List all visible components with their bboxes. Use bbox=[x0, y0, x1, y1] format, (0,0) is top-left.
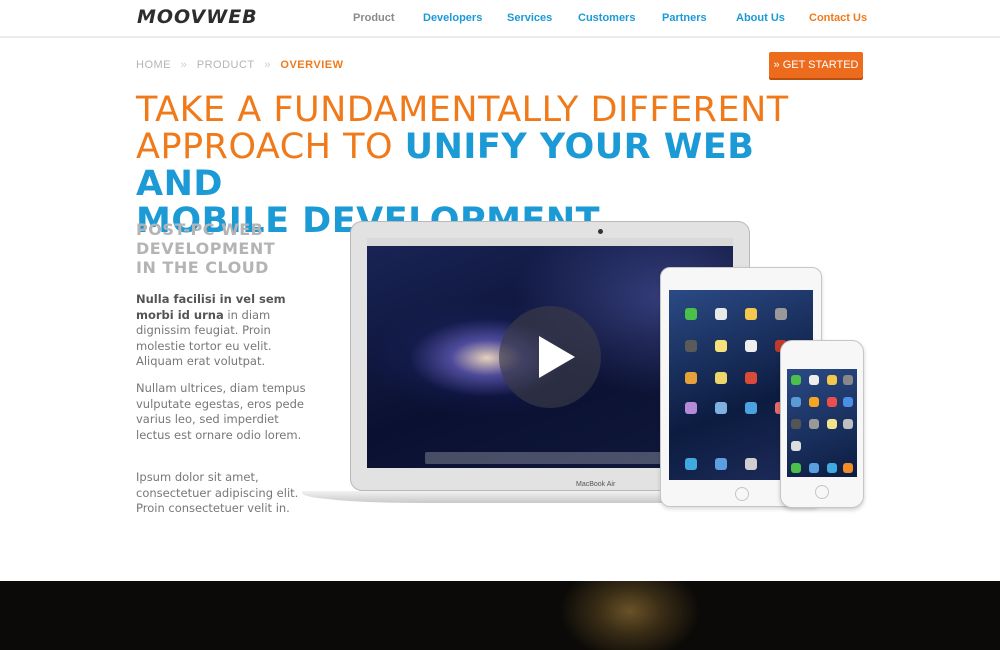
mail-app-icon bbox=[715, 458, 727, 470]
photos-app-icon bbox=[827, 375, 837, 385]
laptop-label: MacBook Air bbox=[576, 481, 616, 488]
nav-contact-us[interactable]: Contact Us bbox=[809, 12, 867, 24]
laptop-camera bbox=[598, 229, 603, 234]
camera-app-icon bbox=[775, 308, 787, 320]
breadcrumb-home[interactable]: HOME bbox=[136, 59, 171, 71]
maps-app-icon bbox=[809, 397, 819, 407]
camera-app-icon bbox=[843, 375, 853, 385]
youtube-app-icon bbox=[827, 397, 837, 407]
safari-app-icon bbox=[827, 463, 837, 473]
phone-app-icon bbox=[791, 463, 801, 473]
gamecenter-app-icon bbox=[745, 402, 757, 414]
breadcrumb-current: OVERVIEW bbox=[280, 59, 344, 71]
headline-line1: TAKE A FUNDAMENTALLY DIFFERENT bbox=[136, 90, 789, 130]
contacts-app-icon bbox=[685, 340, 697, 352]
nav-services[interactable]: Services bbox=[507, 12, 552, 24]
nav-partners[interactable]: Partners bbox=[662, 12, 707, 24]
site-header: MOOVWEB Product Developers Services Cust… bbox=[0, 0, 1000, 38]
clock-app-icon bbox=[791, 419, 801, 429]
subheading: POST-PC WEB DEVELOPMENT IN THE CLOUD bbox=[136, 220, 306, 277]
nav-product[interactable]: Product bbox=[353, 12, 395, 24]
notes-app-icon bbox=[715, 340, 727, 352]
settings-app-icon bbox=[843, 419, 853, 429]
phone-home-button bbox=[815, 485, 829, 499]
appstore-app-icon bbox=[715, 402, 727, 414]
notes2-app-icon bbox=[715, 372, 727, 384]
headline-line2-orange: APPROACH TO bbox=[136, 127, 405, 167]
calendar-app-icon bbox=[809, 375, 819, 385]
music-app-icon bbox=[843, 463, 853, 473]
moovweb-logo[interactable]: MOOVWEB bbox=[137, 6, 258, 28]
photos-app-icon bbox=[745, 308, 757, 320]
nav-customers[interactable]: Customers bbox=[578, 12, 635, 24]
notes-app-icon bbox=[827, 419, 837, 429]
newsstand-app-icon bbox=[685, 372, 697, 384]
nav-developers[interactable]: Developers bbox=[423, 12, 482, 24]
bottom-photo-band bbox=[0, 581, 1000, 650]
videos-app-icon bbox=[745, 458, 757, 470]
itunes-app-icon bbox=[685, 402, 697, 414]
safari-app-icon bbox=[685, 458, 697, 470]
mail-app-icon bbox=[809, 463, 819, 473]
phone bbox=[780, 340, 864, 508]
messages-app-icon bbox=[791, 375, 801, 385]
phone-screen bbox=[787, 369, 857, 477]
body-paragraph-3: Ipsum dolor sit amet, consectetuer adipi… bbox=[136, 470, 299, 515]
breadcrumb-product[interactable]: PRODUCT bbox=[197, 59, 255, 71]
music-app-icon bbox=[745, 372, 757, 384]
voice-memos-app-icon bbox=[791, 441, 801, 451]
subheading-line1: POST-PC WEB bbox=[136, 220, 264, 239]
breadcrumb-separator: » bbox=[180, 59, 188, 71]
play-video-button[interactable] bbox=[499, 306, 601, 408]
weather-app-icon bbox=[791, 397, 801, 407]
subheading-line2: DEVELOPMENT bbox=[136, 239, 276, 258]
body-paragraph-1: Nulla facilisi in vel sem morbi id urna … bbox=[136, 292, 306, 370]
nav-about-us[interactable]: About Us bbox=[736, 12, 785, 24]
person-photo bbox=[540, 581, 720, 650]
calendar-app-icon bbox=[715, 308, 727, 320]
menu-bar bbox=[367, 238, 733, 246]
messages-app-icon bbox=[685, 308, 697, 320]
dock bbox=[425, 452, 675, 464]
get-started-button[interactable]: » GET STARTED bbox=[769, 52, 863, 78]
calculator-app-icon bbox=[809, 419, 819, 429]
stocks-app-icon bbox=[843, 397, 853, 407]
reminders-app-icon bbox=[745, 340, 757, 352]
devices-illustration: MacBook Air bbox=[300, 215, 870, 515]
breadcrumb-separator: » bbox=[264, 59, 271, 71]
tablet-home-button bbox=[735, 487, 749, 501]
body-paragraph-2: Nullam ultrices, diam tempus vulputate e… bbox=[136, 381, 306, 442]
subheading-line3: IN THE CLOUD bbox=[136, 258, 269, 277]
breadcrumb: HOME » PRODUCT » OVERVIEW bbox=[136, 59, 349, 71]
